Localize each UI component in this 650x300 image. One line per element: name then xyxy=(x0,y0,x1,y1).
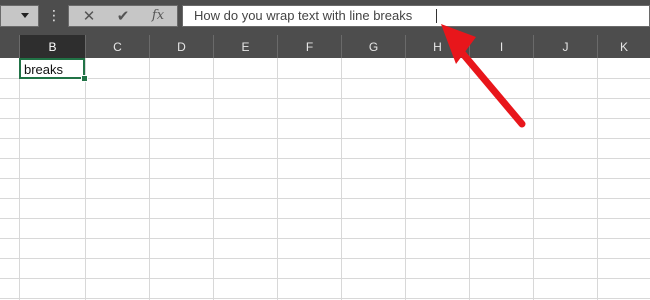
spreadsheet-window: ⋮ ✕ ✔ fx How do you wrap text with line … xyxy=(0,0,650,300)
gridline xyxy=(405,58,406,300)
cancel-button[interactable]: ✕ xyxy=(75,6,103,26)
gridline xyxy=(19,58,20,300)
gridline xyxy=(597,58,598,300)
column-header-row: B C D E F G H I J K xyxy=(0,35,650,58)
gridline xyxy=(277,58,278,300)
gridline xyxy=(0,78,650,79)
column-header-i[interactable]: I xyxy=(469,35,533,58)
gridline xyxy=(0,218,650,219)
column-header-f[interactable]: F xyxy=(277,35,341,58)
name-box[interactable] xyxy=(0,5,39,27)
formula-buttons: ✕ ✔ fx xyxy=(68,5,178,27)
column-header-k[interactable]: K xyxy=(597,35,650,58)
insert-function-button[interactable]: fx xyxy=(143,6,173,26)
gridline xyxy=(0,278,650,279)
gridline xyxy=(469,58,470,300)
formula-input[interactable]: How do you wrap text with line breaks xyxy=(182,5,650,27)
column-header-g[interactable]: G xyxy=(341,35,405,58)
column-header-c[interactable]: C xyxy=(85,35,149,58)
gridline xyxy=(0,138,650,139)
more-options-icon[interactable]: ⋮ xyxy=(44,5,64,27)
gridline xyxy=(85,58,86,300)
column-header-j[interactable]: J xyxy=(533,35,597,58)
column-header-d[interactable]: D xyxy=(149,35,213,58)
gridline xyxy=(0,118,650,119)
cell-grid[interactable]: breaks xyxy=(0,58,650,300)
chevron-down-icon[interactable] xyxy=(21,13,29,18)
active-cell-value: breaks xyxy=(24,62,64,77)
gridline xyxy=(213,58,214,300)
gridline xyxy=(0,178,650,179)
formula-text: How do you wrap text with line breaks xyxy=(194,8,413,23)
gridline xyxy=(0,258,650,259)
column-header-e[interactable]: E xyxy=(213,35,277,58)
column-header-h[interactable]: H xyxy=(405,35,469,58)
text-cursor xyxy=(436,9,437,23)
active-cell[interactable]: breaks xyxy=(19,58,85,79)
enter-button[interactable]: ✔ xyxy=(109,6,137,26)
formula-bar: ⋮ ✕ ✔ fx How do you wrap text with line … xyxy=(0,0,650,35)
gridline xyxy=(0,98,650,99)
gridline xyxy=(149,58,150,300)
column-header-b[interactable]: B xyxy=(19,35,85,58)
gridline xyxy=(533,58,534,300)
gridline xyxy=(0,198,650,199)
gridline xyxy=(341,58,342,300)
gridline xyxy=(0,298,650,299)
gridline xyxy=(0,238,650,239)
fill-handle[interactable] xyxy=(81,75,88,82)
gridline xyxy=(0,158,650,159)
